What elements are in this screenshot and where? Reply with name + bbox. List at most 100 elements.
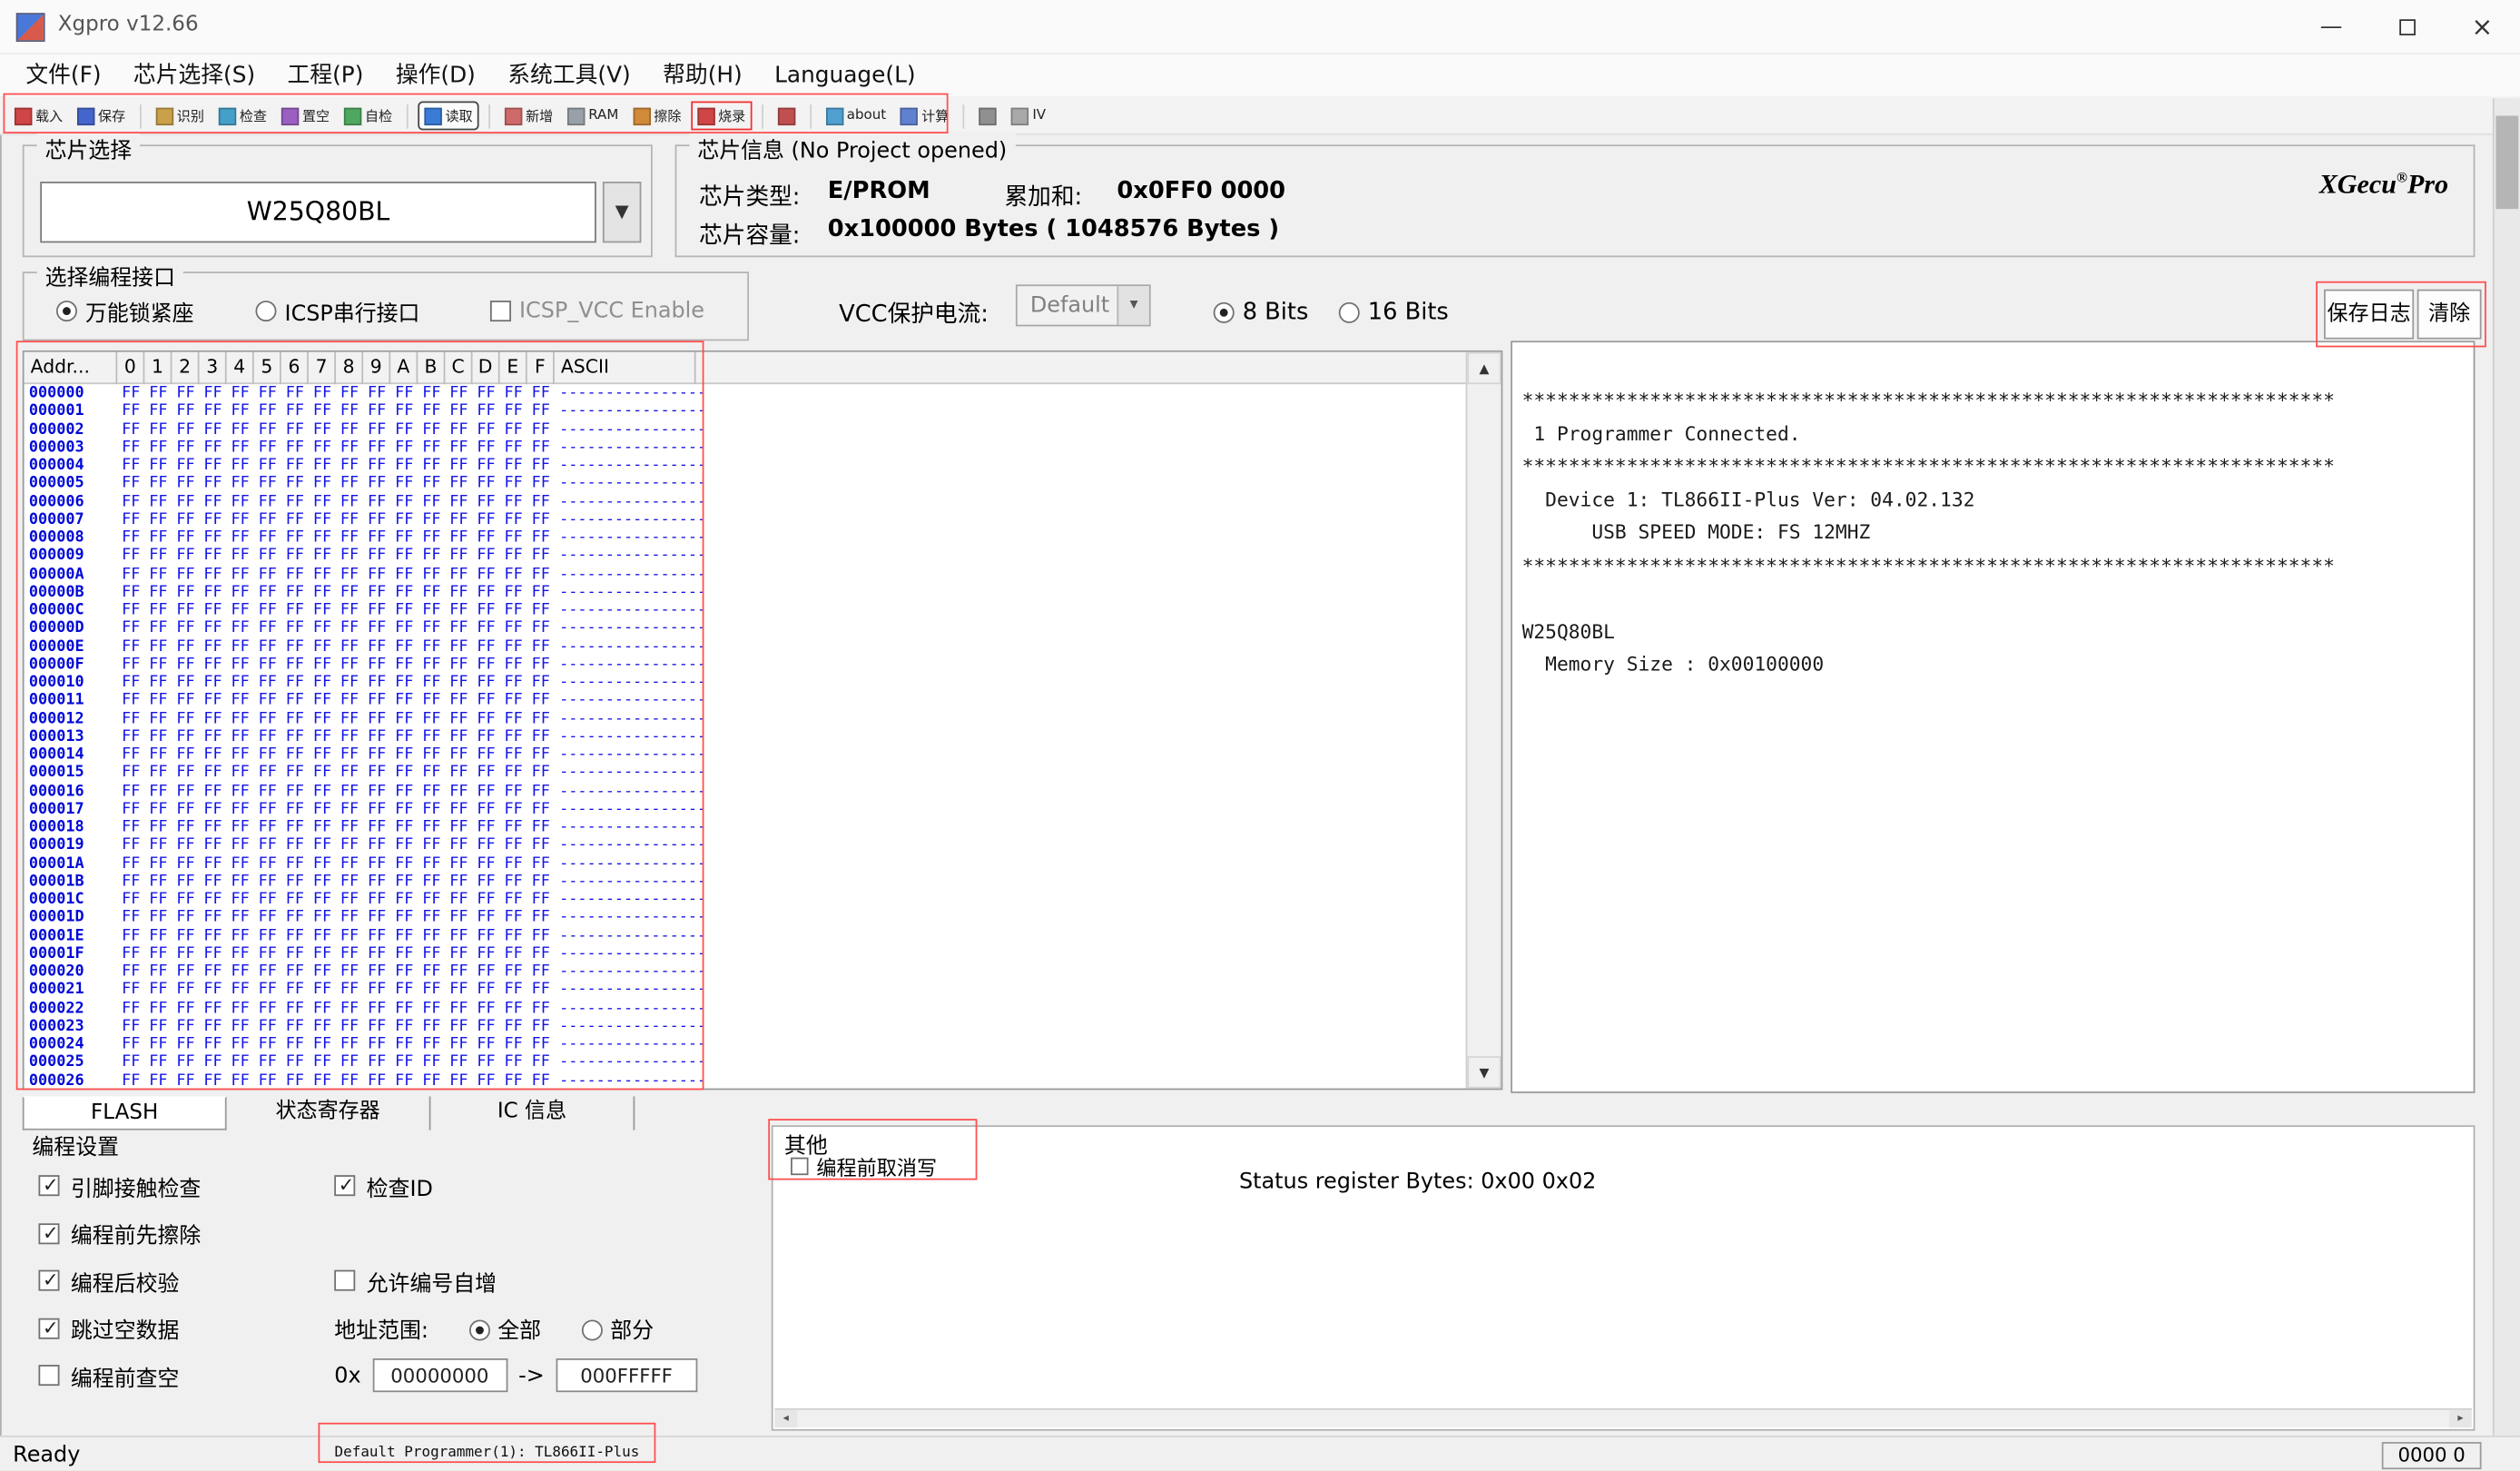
clear-log-button[interactable]: 清除 [2417,290,2482,340]
icsp-vcc-checkbox[interactable]: ICSP_VCC Enable [490,294,704,325]
menu-item[interactable]: 帮助(H) [646,54,758,96]
hex-editor[interactable]: Addr... 0123456789ABCDEF ASCII 000000FFF… [23,350,1503,1090]
address-from-input[interactable] [372,1358,507,1392]
hex-row[interactable]: 00000CFFFFFFFFFFFFFFFFFFFFFFFFFFFFFFFF--… [25,601,1468,619]
hex-row[interactable]: 000012FFFFFFFFFFFFFFFFFFFFFFFFFFFFFFFF--… [25,710,1468,728]
scroll-down-icon[interactable]: ▼ [1467,1056,1501,1088]
bits16-radio[interactable]: 16 Bits [1339,296,1449,327]
toolbar-ram-button[interactable]: RAM [563,104,624,128]
tab-flash[interactable]: FLASH [23,1096,227,1130]
hex-row[interactable]: 000019FFFFFFFFFFFFFFFFFFFFFFFFFFFFFFFF--… [25,836,1468,854]
hex-row[interactable]: 000001FFFFFFFFFFFFFFFFFFFFFFFFFFFFFFFF--… [25,402,1468,420]
hex-row[interactable]: 000018FFFFFFFFFFFFFFFFFFFFFFFFFFFFFFFF--… [25,818,1468,836]
hex-row[interactable]: 000022FFFFFFFFFFFFFFFFFFFFFFFFFFFFFFFF--… [25,999,1468,1017]
prog-checkbox-row[interactable]: 编程前先擦除 [38,1209,328,1257]
toolbar-detect-button[interactable]: 识别 [151,103,209,128]
tab-status-register[interactable]: 状态寄存器 [227,1096,431,1130]
hex-row[interactable]: 00000AFFFFFFFFFFFFFFFFFFFFFFFFFFFFFFFF--… [25,565,1468,583]
minimize-button[interactable]: — [2293,0,2368,54]
toolbar-erase-button[interactable]: 擦除 [628,103,686,128]
hex-row[interactable]: 000021FFFFFFFFFFFFFFFFFFFFFFFFFFFFFFFF--… [25,981,1468,999]
hex-row[interactable]: 00000BFFFFFFFFFFFFFFFFFFFFFFFFFFFFFFFF--… [25,583,1468,601]
toolbar-iv-button[interactable]: IV [1007,104,1050,128]
menu-item[interactable]: 工程(P) [271,54,379,96]
unprotect-before-prog-checkbox[interactable] [791,1158,808,1175]
auto-inc-row[interactable]: 允许编号自增 [334,1257,768,1304]
hex-row[interactable]: 000011FFFFFFFFFFFFFFFFFFFFFFFFFFFFFFFF--… [25,692,1468,710]
prog-checkbox-row[interactable]: 引脚接触检查 [38,1162,328,1209]
menu-item[interactable]: 系统工具(V) [492,54,647,96]
socket-radio[interactable]: 万能锁紧座 [56,294,194,327]
hex-row[interactable]: 00000EFFFFFFFFFFFFFFFFFFFFFFFFFFFFFFFF--… [25,637,1468,656]
hex-row[interactable]: 000005FFFFFFFFFFFFFFFFFFFFFFFFFFFFFFFF--… [25,475,1468,493]
scroll-up-icon[interactable]: ▲ [1467,352,1501,384]
close-button[interactable]: × [2445,0,2520,54]
toolbar-check-button[interactable]: 检查 [214,103,272,128]
prog-checkbox[interactable] [38,1270,59,1291]
unprotect-before-prog-row[interactable]: 编程前取消写 [791,1151,937,1182]
icsp-radio[interactable]: ICSP串行接口 [255,294,419,327]
hex-row[interactable]: 000017FFFFFFFFFFFFFFFFFFFFFFFFFFFFFFFF--… [25,800,1468,818]
menu-item[interactable]: 文件(F) [10,54,118,96]
horizontal-scrollbar[interactable]: ◂ ▸ [774,1408,2472,1427]
toolbar-read-button[interactable]: 读取 [418,102,478,131]
window-vertical-scrollbar[interactable] [2493,98,2520,1436]
hex-row[interactable]: 00001EFFFFFFFFFFFFFFFFFFFFFFFFFFFFFFFF--… [25,927,1468,945]
save-log-button[interactable]: 保存日志 [2324,290,2414,340]
tab-ic-info[interactable]: IC 信息 [430,1096,635,1130]
toolbar-print-button[interactable] [773,104,800,128]
hex-row[interactable]: 000020FFFFFFFFFFFFFFFFFFFFFFFFFFFFFFFF--… [25,963,1468,981]
menu-item[interactable]: 芯片选择(S) [117,54,271,96]
maximize-button[interactable] [2369,0,2445,54]
toolbar-blank-button[interactable]: 置空 [277,103,335,128]
prog-checkbox-row[interactable]: 编程前查空 [38,1352,328,1399]
scroll-left-icon[interactable]: ◂ [774,1410,797,1427]
hex-row[interactable]: 000015FFFFFFFFFFFFFFFFFFFFFFFFFFFFFFFF--… [25,764,1468,782]
range-all-radio[interactable]: 全部 [468,1312,541,1344]
range-part-radio[interactable]: 部分 [581,1312,654,1344]
chip-select-combo[interactable]: W25Q80BL [40,182,596,242]
toolbar-new-button[interactable]: 新增 [500,103,558,128]
hex-row[interactable]: 00001CFFFFFFFFFFFFFFFFFFFFFFFFFFFFFFFF--… [25,891,1468,909]
prog-checkbox[interactable] [38,1366,59,1387]
prog-checkbox[interactable] [38,1318,59,1338]
hex-row[interactable]: 000009FFFFFFFFFFFFFFFFFFFFFFFFFFFFFFFF--… [25,547,1468,565]
hex-row[interactable]: 000023FFFFFFFFFFFFFFFFFFFFFFFFFFFFFFFF--… [25,1017,1468,1035]
hex-row[interactable]: 000007FFFFFFFFFFFFFFFFFFFFFFFFFFFFFFFF--… [25,511,1468,529]
scroll-right-icon[interactable]: ▸ [2449,1410,2472,1427]
toolbar-calc-button[interactable]: 计算 [896,103,954,128]
hex-row[interactable]: 000010FFFFFFFFFFFFFFFFFFFFFFFFFFFFFFFF--… [25,674,1468,692]
hex-row[interactable]: 00001BFFFFFFFFFFFFFFFFFFFFFFFFFFFFFFFF--… [25,873,1468,891]
toolbar-selftest-button[interactable]: 自检 [340,103,398,128]
check-id-row[interactable]: 检查ID [334,1162,768,1209]
hex-row[interactable]: 000025FFFFFFFFFFFFFFFFFFFFFFFFFFFFFFFF--… [25,1053,1468,1071]
hex-row[interactable]: 000026FFFFFFFFFFFFFFFFFFFFFFFFFFFFFFFF--… [25,1071,1468,1090]
toolbar-save-button[interactable]: 保存 [73,103,131,128]
scrollbar-thumb[interactable] [2495,115,2518,209]
menu-item[interactable]: 操作(D) [379,54,491,96]
toolbar-load-button[interactable]: 载入 [10,103,68,128]
hex-row[interactable]: 000000FFFFFFFFFFFFFFFFFFFFFFFFFFFFFFFF--… [25,384,1468,402]
bits8-radio[interactable]: 8 Bits [1214,296,1309,327]
hex-row[interactable]: 000024FFFFFFFFFFFFFFFFFFFFFFFFFFFFFFFF--… [25,1035,1468,1053]
toolbar-program-button[interactable]: 烧录 [691,102,752,131]
hex-row[interactable]: 000004FFFFFFFFFFFFFFFFFFFFFFFFFFFFFFFF--… [25,457,1468,475]
hex-row[interactable]: 000013FFFFFFFFFFFFFFFFFFFFFFFFFFFFFFFF--… [25,728,1468,746]
hex-row[interactable]: 000002FFFFFFFFFFFFFFFFFFFFFFFFFFFFFFFF--… [25,420,1468,439]
prog-checkbox[interactable] [38,1223,59,1244]
hex-row[interactable]: 000016FFFFFFFFFFFFFFFFFFFFFFFFFFFFFFFF--… [25,782,1468,800]
hex-row[interactable]: 00000FFFFFFFFFFFFFFFFFFFFFFFFFFFFFFFFF--… [25,656,1468,674]
prog-checkbox[interactable] [38,1176,59,1197]
hex-row[interactable]: 00001AFFFFFFFFFFFFFFFFFFFFFFFFFFFFFFFF--… [25,854,1468,873]
vcc-current-select[interactable]: Default▾ [1016,284,1151,326]
address-to-input[interactable] [556,1358,697,1392]
hex-row[interactable]: 00001DFFFFFFFFFFFFFFFFFFFFFFFFFFFFFFFF--… [25,909,1468,927]
check-id-checkbox[interactable] [334,1176,355,1197]
hex-vertical-scrollbar[interactable]: ▲ ▼ [1466,352,1501,1089]
prog-checkbox-row[interactable]: 编程后校验 [38,1257,328,1304]
hex-row[interactable]: 00001FFFFFFFFFFFFFFFFFFFFFFFFFFFFFFFFF--… [25,945,1468,963]
toolbar-icd-button[interactable] [975,104,1002,128]
toolbar-about-button[interactable]: about [821,104,891,128]
hex-row[interactable]: 000014FFFFFFFFFFFFFFFFFFFFFFFFFFFFFFFF--… [25,745,1468,764]
hex-row[interactable]: 00000DFFFFFFFFFFFFFFFFFFFFFFFFFFFFFFFF--… [25,619,1468,637]
